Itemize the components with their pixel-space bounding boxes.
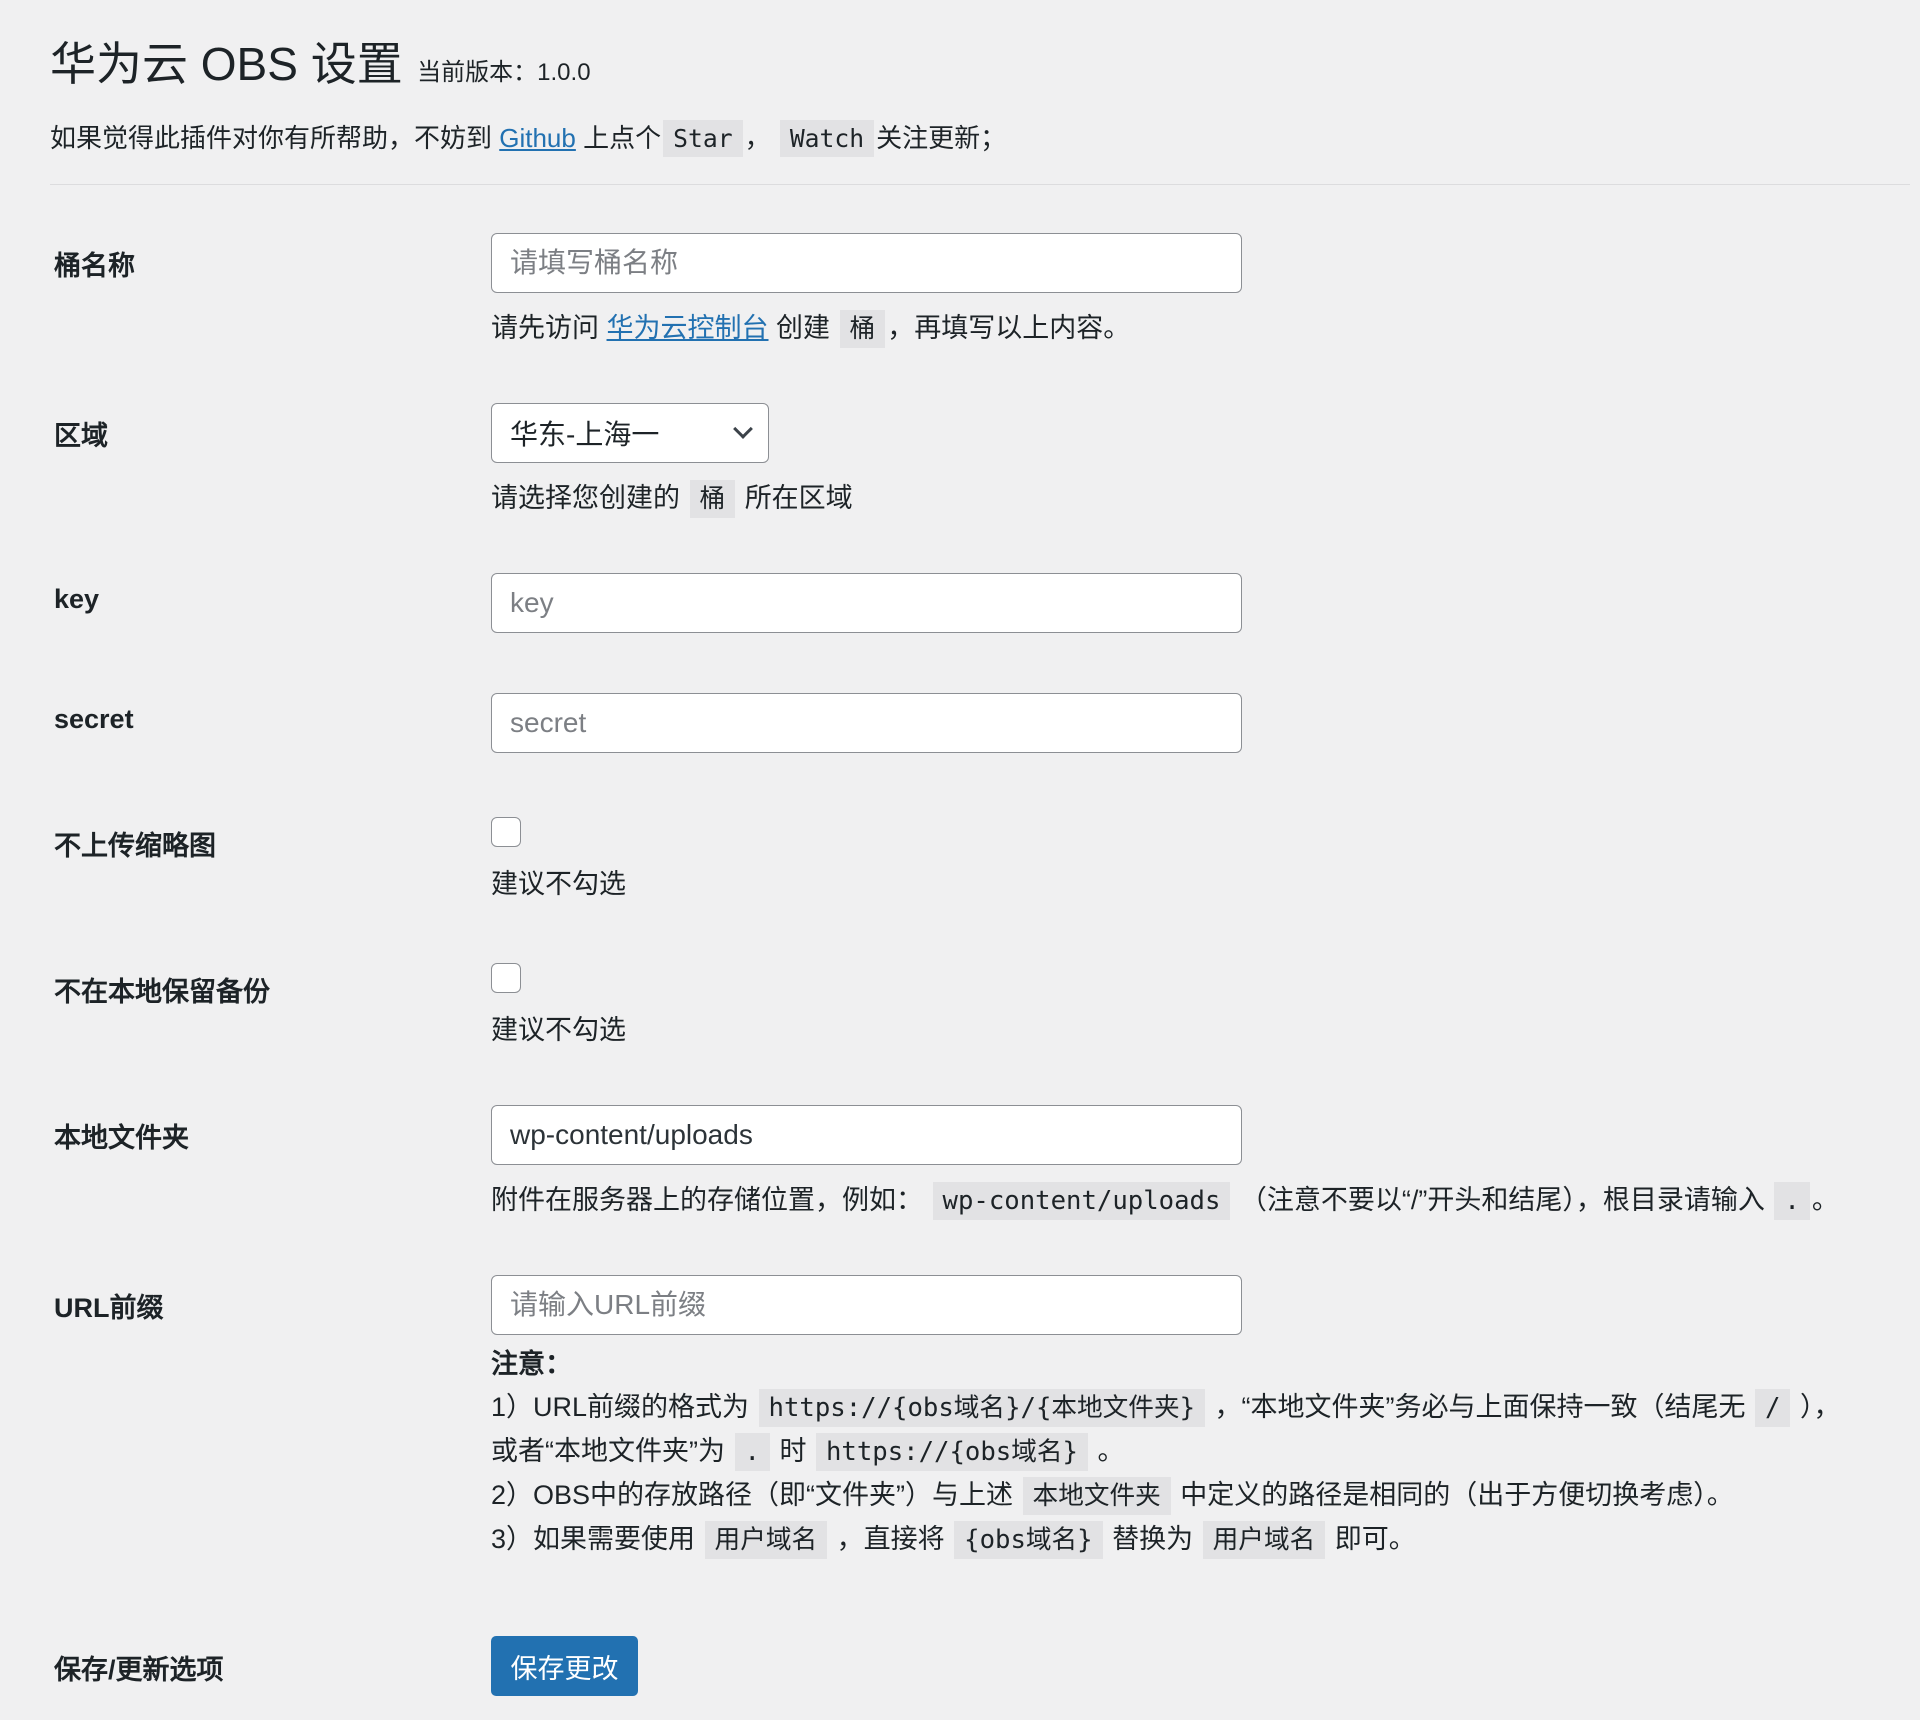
intro-sep: ， xyxy=(744,123,771,153)
note1b-text-b: 时 xyxy=(779,1436,807,1466)
no-thumb-checkbox[interactable] xyxy=(491,817,521,847)
region-bucket-code: 桶 xyxy=(689,480,736,518)
save-label: 保存/更新选项 xyxy=(54,1655,224,1685)
note1-code: https://{obs域名}/{本地文件夹} xyxy=(758,1389,1206,1427)
local-dir-input[interactable] xyxy=(491,1105,1242,1165)
divider xyxy=(50,184,1910,185)
url-prefix-note: 注意： 1）URL前缀的格式为 https://{obs域名}/{本地文件夹} … xyxy=(491,1343,1911,1562)
bucket-code: 桶 xyxy=(839,310,886,348)
note-line-1b: 或者“本地文件夹”为 . 时 https://{obs域名} 。 xyxy=(491,1430,1911,1474)
note1b-code-2: https://{obs域名} xyxy=(815,1433,1088,1471)
no-thumb-label: 不上传缩略图 xyxy=(54,831,216,861)
note1-text-c: ）， xyxy=(1800,1392,1841,1422)
note-line-3: 3）如果需要使用 用户域名 ，直接将 {obs域名} 替换为 用户域名 即可。 xyxy=(491,1518,1911,1562)
star-code: Star xyxy=(663,120,743,157)
region-desc-suffix: 所在区域 xyxy=(744,483,853,513)
bucket-desc-suffix: ，再填写以上内容。 xyxy=(887,313,1131,343)
intro-text: 如果觉得此插件对你有所帮助，不妨到 Github 上点个 Star， Watch 关… xyxy=(50,118,1007,157)
note1-text-a: 1）URL前缀的格式为 xyxy=(491,1392,750,1422)
note2-code: 本地文件夹 xyxy=(1022,1477,1171,1515)
note3-code-3: 用户域名 xyxy=(1202,1521,1326,1559)
note1-text-b: ，“本地文件夹”务必与上面保持一致（结尾无 xyxy=(1214,1392,1746,1422)
no-local-label: 不在本地保留备份 xyxy=(54,977,270,1007)
secret-input[interactable] xyxy=(491,693,1242,753)
note-line-2: 2）OBS中的存放路径（即“文件夹”）与上述 本地文件夹 中定义的路径是相同的（… xyxy=(491,1474,1911,1518)
note-title: 注意： xyxy=(491,1349,572,1379)
version-text: 当前版本：1.0.0 xyxy=(417,59,591,86)
note1b-code: . xyxy=(734,1433,770,1471)
region-selected-value: 华东-上海一 xyxy=(510,419,660,450)
note1b-text-a: 或者“本地文件夹”为 xyxy=(491,1436,725,1466)
page-title: 华为云 OBS 设置 xyxy=(50,38,403,90)
huawei-console-link[interactable]: 华为云控制台 xyxy=(607,313,769,343)
region-desc: 请选择您创建的 桶 所在区域 xyxy=(491,476,853,518)
github-link[interactable]: Github xyxy=(499,123,576,153)
note-line-1: 1）URL前缀的格式为 https://{obs域名}/{本地文件夹} ，“本地… xyxy=(491,1386,1911,1430)
no-thumb-desc: 建议不勾选 xyxy=(491,869,626,899)
bucket-input[interactable] xyxy=(491,233,1242,293)
save-button[interactable]: 保存更改 xyxy=(491,1636,638,1696)
no-local-desc: 建议不勾选 xyxy=(491,1015,626,1045)
note3-text-d: 即可。 xyxy=(1334,1524,1416,1554)
region-label: 区域 xyxy=(54,421,108,451)
local-dir-desc-prefix: 附件在服务器上的存储位置，例如： xyxy=(491,1185,923,1215)
local-dir-code: wp-content/uploads xyxy=(932,1182,1231,1220)
intro-suffix: 关注更新； xyxy=(876,123,1007,153)
secret-label: secret xyxy=(54,704,134,734)
note3-code-2: {obs域名} xyxy=(954,1521,1103,1559)
note3-text-c: 替换为 xyxy=(1112,1524,1194,1554)
note2-text-b: 中定义的路径是相同的（出于方便切换考虑）。 xyxy=(1180,1480,1734,1510)
local-dir-desc-mid: （注意不要以“/”开头和结尾），根目录请输入 xyxy=(1239,1185,1765,1215)
note3-text-a: 3）如果需要使用 xyxy=(491,1524,696,1554)
region-desc-prefix: 请选择您创建的 xyxy=(491,483,680,513)
bucket-label: 桶名称 xyxy=(54,251,135,281)
local-dir-desc: 附件在服务器上的存储位置，例如： wp-content/uploads （注意不… xyxy=(491,1178,1839,1220)
bucket-desc-prefix: 请先访问 xyxy=(491,313,599,343)
note1b-text-c: 。 xyxy=(1097,1436,1125,1466)
no-local-checkbox[interactable] xyxy=(491,963,521,993)
url-prefix-label: URL前缀 xyxy=(54,1293,164,1323)
url-prefix-input[interactable] xyxy=(491,1275,1242,1335)
key-input[interactable] xyxy=(491,573,1242,633)
note3-code: 用户域名 xyxy=(704,1521,828,1559)
note1-code-2: / xyxy=(1755,1389,1791,1427)
chevron-down-icon xyxy=(733,419,753,439)
local-dir-label: 本地文件夹 xyxy=(54,1123,189,1153)
intro-prefix: 如果觉得此插件对你有所帮助，不妨到 xyxy=(50,123,493,153)
note3-text-b: ，直接将 xyxy=(836,1524,945,1554)
intro-middle: 上点个 xyxy=(583,123,662,153)
watch-code: Watch xyxy=(779,120,875,157)
settings-page: 华为云 OBS 设置 当前版本：1.0.0 如果觉得此插件对你有所帮助，不妨到 … xyxy=(0,0,1920,1720)
bucket-desc: 请先访问 华为云控制台 创建 桶，再填写以上内容。 xyxy=(491,306,1131,348)
title-row: 华为云 OBS 设置 当前版本：1.0.0 xyxy=(50,28,591,94)
local-dir-desc-suffix: 。 xyxy=(1811,1185,1839,1215)
note2-text-a: 2）OBS中的存放路径（即“文件夹”）与上述 xyxy=(491,1480,1014,1510)
key-label: key xyxy=(54,584,100,614)
bucket-desc-mid: 创建 xyxy=(776,313,831,343)
region-select[interactable]: 华东-上海一 xyxy=(491,403,769,463)
local-dir-root-code: . xyxy=(1774,1182,1810,1220)
